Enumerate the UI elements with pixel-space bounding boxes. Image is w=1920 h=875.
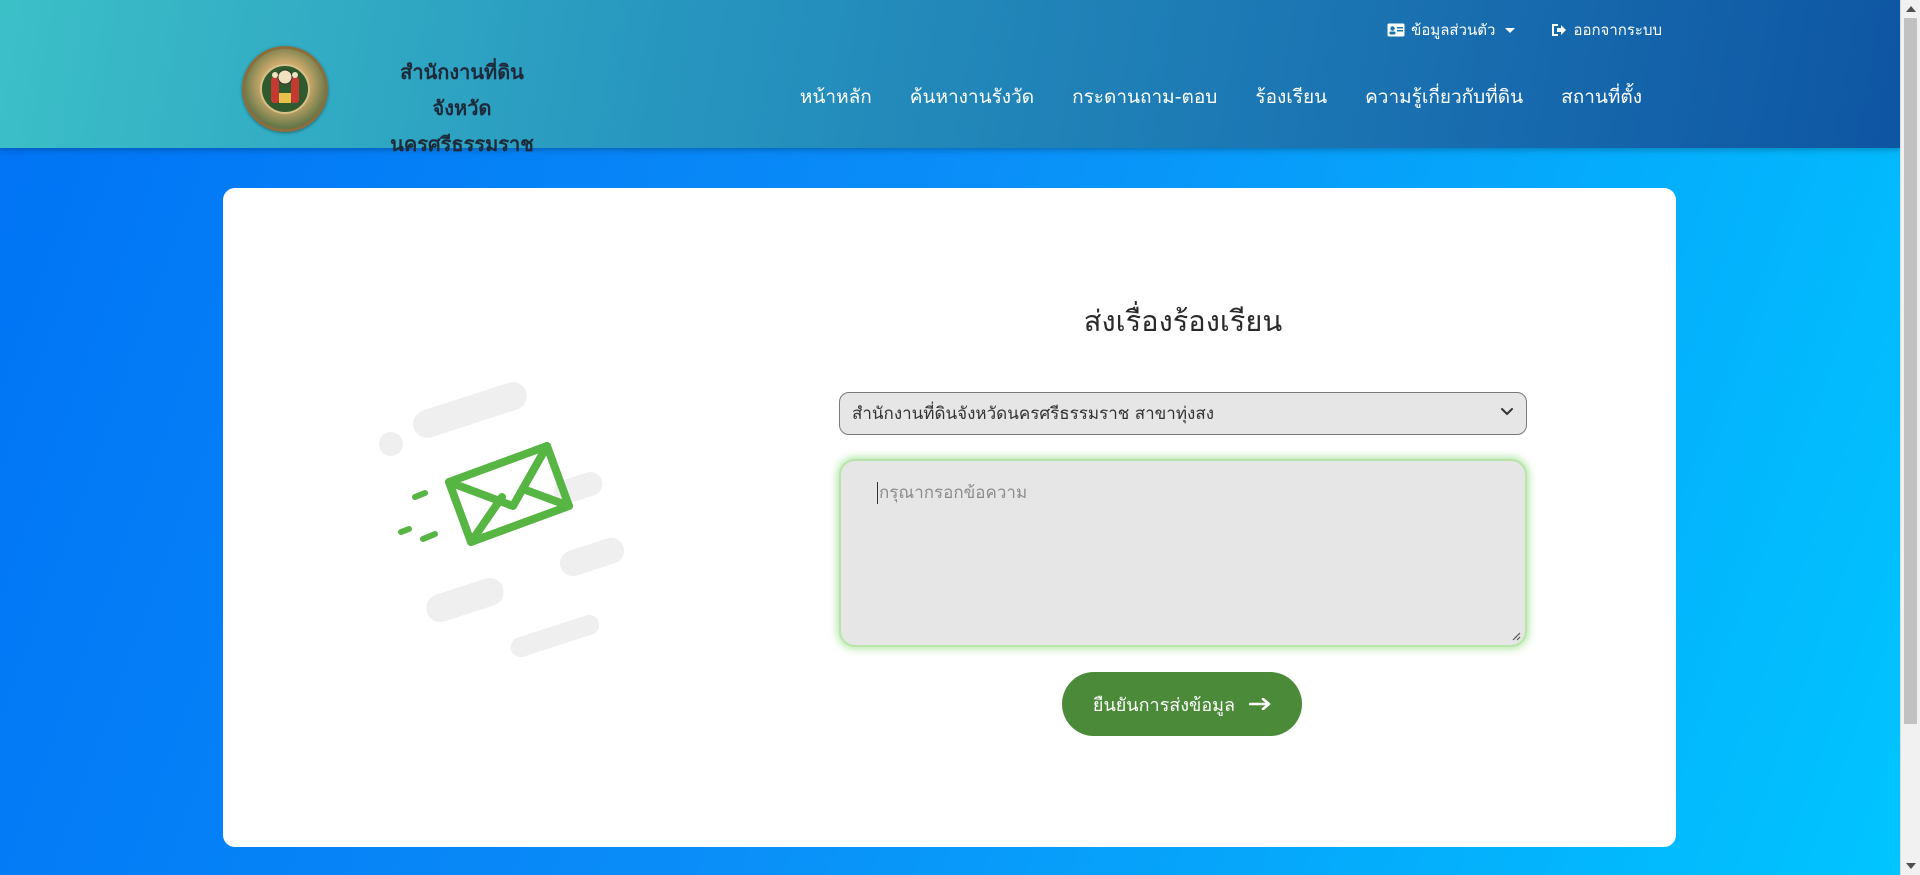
org-name-line2: จังหวัดนครศรีธรรมราช xyxy=(390,96,534,156)
chevron-down-icon xyxy=(1501,408,1513,416)
submit-button[interactable]: ยืนยันการส่งข้อมูล xyxy=(1062,672,1302,736)
user-menu: ข้อมูลส่วนตัว ออกจากระบบ xyxy=(1387,18,1662,42)
site-header: สำนักงานที่ดิน จังหวัดนครศรีธรรมราช ข้อม… xyxy=(0,0,1900,156)
sign-out-icon xyxy=(1552,24,1567,36)
logout-link[interactable]: ออกจากระบบ xyxy=(1551,18,1662,42)
speed-lines-decoration xyxy=(379,382,625,658)
page-scrollbar[interactable] xyxy=(1900,0,1920,875)
seal-icon xyxy=(260,64,310,114)
arrow-right-icon xyxy=(1249,698,1271,710)
submit-label: ยืนยันการส่งข้อมูล xyxy=(1092,694,1236,716)
logout-label: ออกจากระบบ xyxy=(1573,21,1662,39)
caret-down-icon xyxy=(1505,27,1516,33)
nav-item-survey-search[interactable]: ค้นหางานรังวัด xyxy=(910,82,1034,112)
resize-handle-icon[interactable] xyxy=(1511,631,1521,641)
envelope-icon xyxy=(445,442,573,546)
id-card-icon xyxy=(1387,23,1405,37)
nav-item-home[interactable]: หน้าหลัก xyxy=(800,82,872,112)
org-name-line1: สำนักงานที่ดิน xyxy=(400,60,524,84)
message-textarea[interactable]: กรุณากรอกข้อความ xyxy=(839,459,1527,647)
scroll-up-icon[interactable] xyxy=(1906,6,1916,12)
main-nav: หน้าหลัก ค้นหางานรังวัด กระดานถาม-ตอบ ร้… xyxy=(800,82,1642,112)
envelope-illustration xyxy=(379,382,625,658)
scroll-down-icon[interactable] xyxy=(1906,863,1916,869)
profile-dropdown[interactable]: ข้อมูลส่วนตัว xyxy=(1387,18,1516,42)
page-title: ส่งเรื่องร้องเรียน xyxy=(1083,304,1283,338)
profile-label: ข้อมูลส่วนตัว xyxy=(1411,21,1496,39)
scrollbar-thumb[interactable] xyxy=(1904,18,1917,724)
complaint-card: ส่งเรื่องร้องเรียน สำนักงานที่ดินจังหวัด… xyxy=(223,188,1676,847)
branch-select-value: สำนักงานที่ดินจังหวัดนครศรีธรรมราช สาขาท… xyxy=(852,404,1215,424)
branch-select[interactable]: สำนักงานที่ดินจังหวัดนครศรีธรรมราช สาขาท… xyxy=(839,392,1527,435)
nav-item-land-knowledge[interactable]: ความรู้เกี่ยวกับที่ดิน xyxy=(1365,82,1523,112)
nav-item-qa-board[interactable]: กระดานถาม-ตอบ xyxy=(1072,82,1217,112)
nav-item-location[interactable]: สถานที่ตั้ง xyxy=(1561,82,1642,112)
text-cursor xyxy=(877,482,878,504)
org-name[interactable]: สำนักงานที่ดิน จังหวัดนครศรีธรรมราช xyxy=(362,54,562,162)
nav-item-complaint[interactable]: ร้องเรียน xyxy=(1255,82,1327,112)
motion-dashes xyxy=(398,490,438,542)
message-placeholder: กรุณากรอกข้อความ xyxy=(879,483,1028,503)
org-logo[interactable] xyxy=(242,46,328,132)
